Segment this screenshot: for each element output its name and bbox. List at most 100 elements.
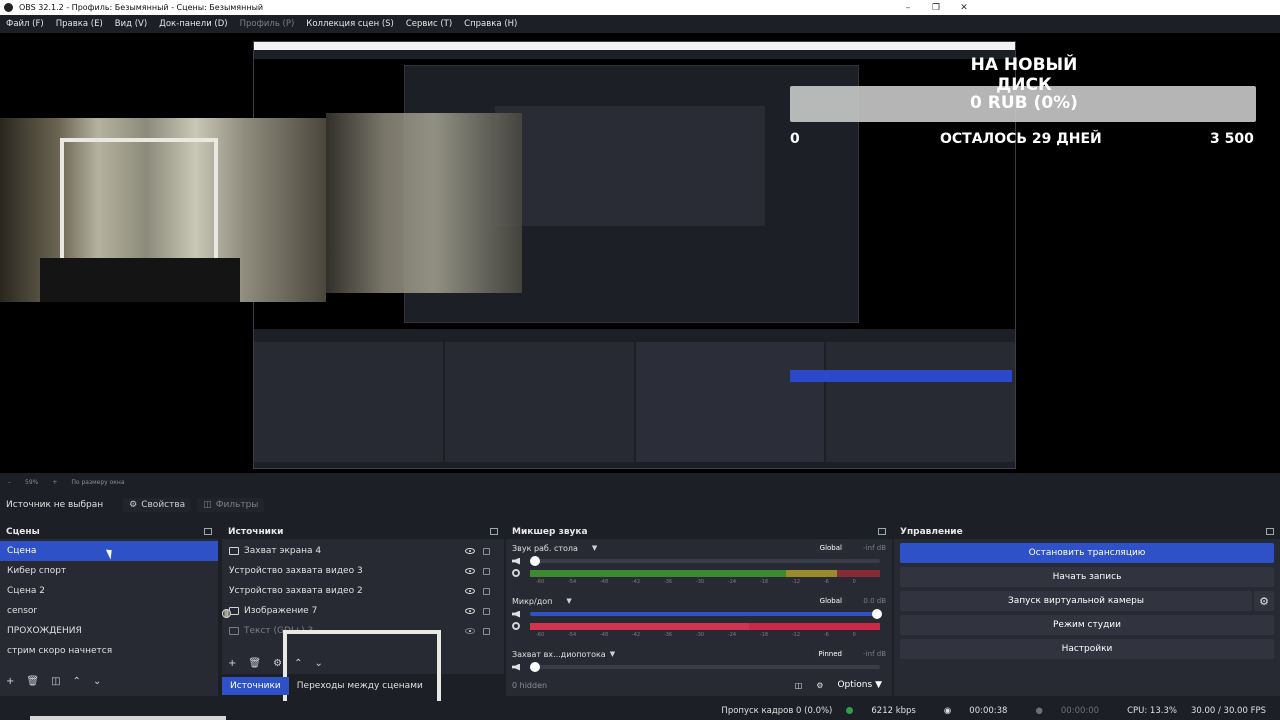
lock-icon[interactable]: [483, 587, 490, 595]
undock-icon[interactable]: [490, 528, 498, 535]
connection-health-icon: [846, 707, 854, 714]
tab-transitions[interactable]: Переходы между сценами: [289, 677, 431, 695]
source-item[interactable]: Изображение 7: [222, 601, 504, 621]
camera-icon: [222, 609, 441, 720]
move-down-icon[interactable]: ⌄: [314, 658, 322, 669]
lock-icon[interactable]: [483, 627, 490, 635]
taskbar-thumbnail: [30, 716, 226, 720]
options-button[interactable]: Options ▼: [837, 680, 882, 690]
move-down-icon[interactable]: ⌄: [93, 676, 101, 687]
eye-hidden-icon[interactable]: [465, 628, 475, 634]
meter-scale: -60 -54 -48 -42 -36 -30 -24 -18 -12 -6 0: [536, 632, 856, 638]
menu-bar: Файл (F) Правка (E) Вид (V) Док-панели (…: [0, 15, 1280, 33]
eye-icon[interactable]: [465, 548, 475, 554]
scene-item[interactable]: Сцена 2: [0, 581, 218, 601]
gear-icon[interactable]: [512, 569, 520, 577]
stop-stream-button[interactable]: Остановить трансляцию: [900, 543, 1274, 563]
title-bar: OBS 32.1.2 - Профиль: Безымянный - Сцены…: [0, 0, 1280, 15]
remove-scene-icon[interactable]: 🗑: [26, 676, 39, 687]
source-item[interactable]: Устройство захвата видео 2: [222, 581, 504, 720]
speaker-icon[interactable]: [512, 557, 520, 565]
add-scene-icon[interactable]: +: [6, 676, 14, 687]
source-item[interactable]: Устройство захвата видео 3: [222, 561, 504, 720]
menu-view[interactable]: Вид (V): [115, 19, 147, 29]
scene-item[interactable]: стрим скоро начнется: [0, 641, 218, 661]
gear-icon: ⚙: [129, 500, 138, 510]
channel-tag: Global: [815, 543, 846, 553]
tab-sources[interactable]: Источники: [222, 677, 289, 695]
eye-icon[interactable]: [465, 588, 475, 594]
mixer-settings-icon[interactable]: ⚙: [816, 681, 823, 690]
studio-mode-button[interactable]: Режим студии: [900, 615, 1274, 635]
move-up-icon[interactable]: ⌃: [73, 676, 81, 687]
menu-tools[interactable]: Сервис (T): [406, 19, 452, 29]
scene-item[interactable]: ПРОХОЖДЕНИЯ: [0, 621, 218, 641]
menu-docks[interactable]: Док-панели (D): [159, 19, 227, 29]
volume-slider[interactable]: [530, 609, 882, 619]
stream-time: 00:00:38: [969, 705, 1008, 716]
zoom-in-button[interactable]: +: [52, 479, 57, 486]
minimize-button[interactable]: –: [894, 3, 922, 13]
scene-filters-icon[interactable]: ◫: [51, 676, 60, 687]
zoom-fit-select[interactable]: По размеру окна: [71, 479, 124, 486]
properties-button[interactable]: ⚙ Свойства: [123, 498, 192, 512]
lock-icon[interactable]: [483, 607, 490, 615]
maximize-button[interactable]: ❐: [922, 3, 950, 13]
channel-tag: Global: [815, 596, 846, 606]
donation-goal-target: 3 500: [1210, 131, 1254, 147]
volume-meter: [530, 622, 880, 630]
menu-help[interactable]: Справка (H): [464, 19, 517, 29]
source-properties-icon[interactable]: ⚙: [273, 658, 282, 669]
volume-slider[interactable]: [530, 662, 880, 672]
program-preview[interactable]: НА НОВЫЙ ДИСК 0 RUB (0%) 0 ОСТАЛОСЬ 29 Д…: [0, 33, 1280, 473]
scene-item[interactable]: censor: [0, 601, 218, 621]
volume-slider[interactable]: [530, 556, 880, 566]
menu-edit[interactable]: Правка (E): [56, 19, 103, 29]
channel-db: -inf dB: [863, 544, 886, 552]
donation-goal-remaining: ОСТАЛОСЬ 29 ДНЕЙ: [940, 131, 1102, 147]
undock-icon[interactable]: [1266, 528, 1274, 535]
move-up-icon[interactable]: ⌃: [294, 658, 302, 669]
layout-icon[interactable]: ◫: [795, 681, 803, 690]
hidden-count: 0 hidden: [512, 680, 548, 690]
menu-file[interactable]: Файл (F): [6, 19, 44, 29]
donation-goal-title: НА НОВЫЙ ДИСК: [970, 55, 1078, 95]
controls-dock: Управление Остановить трансляцию Начать …: [894, 524, 1280, 696]
channel-db: -inf dB: [863, 650, 886, 658]
virtual-camera-button[interactable]: Запуск виртуальной камеры: [900, 591, 1252, 611]
lock-icon[interactable]: [483, 547, 490, 555]
menu-profile: Профиль (P): [239, 19, 295, 29]
start-record-button[interactable]: Начать запись: [900, 567, 1274, 587]
undock-icon[interactable]: [204, 528, 212, 535]
gear-icon[interactable]: [512, 622, 520, 630]
chevron-down-icon[interactable]: ▼: [566, 597, 571, 605]
filter-icon: ◫: [203, 500, 212, 510]
source-item[interactable]: Захват экрана 4: [222, 541, 504, 561]
speaker-icon[interactable]: [512, 663, 520, 671]
settings-button[interactable]: Настройки: [900, 639, 1274, 659]
scenes-toolbar: + 🗑 ◫ ⌃ ⌄: [0, 674, 101, 688]
broadcast-icon: ◉: [943, 705, 952, 716]
channel-name: Звук раб. стола: [512, 543, 578, 553]
lock-icon[interactable]: [483, 567, 490, 575]
fps-indicator: 30.00 / 30.00 FPS: [1190, 705, 1266, 716]
chevron-down-icon[interactable]: ▼: [592, 544, 597, 552]
filters-button[interactable]: ◫ Фильтры: [197, 498, 265, 512]
gear-icon[interactable]: ⚙: [1254, 591, 1274, 611]
undock-icon[interactable]: [878, 528, 886, 535]
close-button[interactable]: ✕: [950, 3, 978, 13]
record-time: 00:00:00: [1060, 705, 1100, 716]
menu-scene-collection[interactable]: Коллекция сцен (S): [306, 19, 394, 29]
zoom-out-button[interactable]: –: [8, 479, 11, 486]
eye-icon[interactable]: [465, 568, 475, 574]
bottom-tabs: Источники Переходы между сценами: [222, 676, 431, 696]
sources-title: Источники: [228, 526, 284, 537]
chevron-down-icon[interactable]: ▼: [610, 650, 615, 658]
remove-source-icon[interactable]: 🗑: [248, 658, 261, 669]
add-source-icon[interactable]: +: [228, 658, 236, 669]
eye-icon[interactable]: [465, 608, 475, 614]
mixer-footer: 0 hidden ◫ ⚙ Options ▼: [506, 678, 892, 692]
speaker-icon[interactable]: [512, 610, 520, 618]
scene-item[interactable]: Кибер спорт: [0, 561, 218, 581]
mixer-channel: Микр/доп ▼ Global 0.0 dB -60 -54 -48 -42 -36…: [506, 592, 892, 645]
